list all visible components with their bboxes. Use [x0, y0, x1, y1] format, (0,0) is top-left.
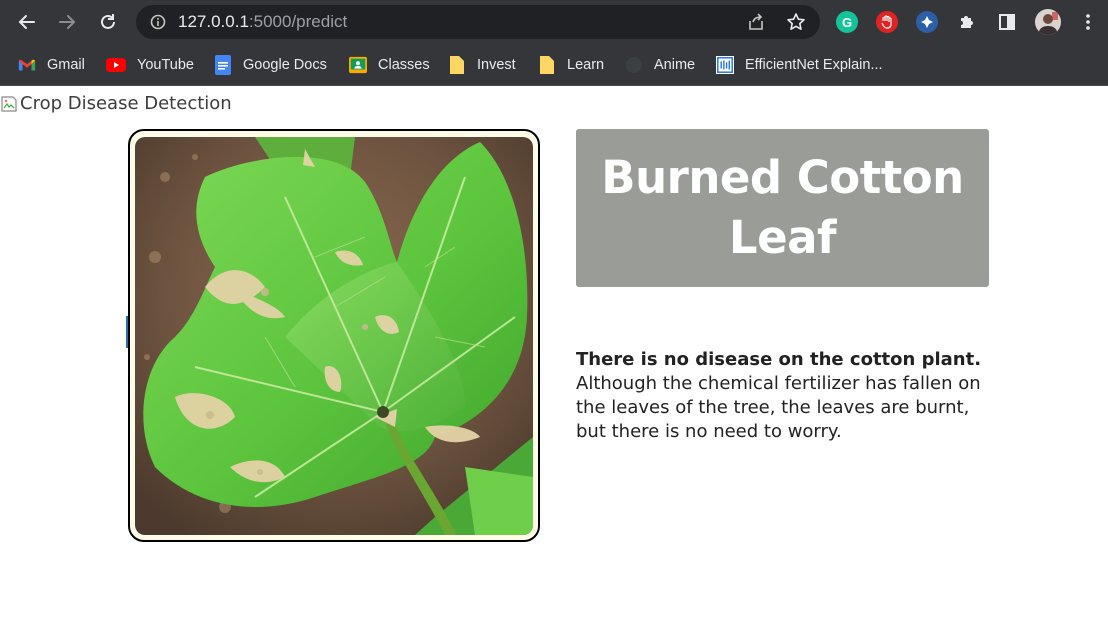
uploaded-leaf-image [135, 137, 533, 535]
reload-icon [101, 14, 115, 29]
url-path: :5000/predict [248, 12, 348, 31]
bookmark-label: Classes [378, 57, 430, 73]
bookmark-label: Anime [654, 57, 696, 73]
folder-icon [538, 56, 556, 74]
folder-icon [448, 56, 466, 74]
uploaded-image-frame [128, 129, 540, 542]
url-host: 127.0.0.1 [178, 12, 249, 31]
prediction-description: There is no disease on the cotton plant.… [576, 348, 996, 444]
bookmark-star-icon[interactable] [786, 12, 806, 32]
bookmark-learn[interactable]: Learn [538, 53, 604, 77]
avatar[interactable] [1035, 9, 1061, 35]
bookmark-label: Invest [477, 57, 516, 73]
arrow-right-icon [59, 15, 76, 29]
block-icon[interactable] [876, 11, 898, 33]
bookmark-label: Learn [567, 57, 605, 73]
prediction-result-box: Burned Cotton Leaf [576, 129, 989, 287]
share-icon[interactable] [746, 12, 766, 32]
bookmark-google-docs[interactable]: Google Docs [214, 53, 327, 77]
sidepanel-icon[interactable] [996, 11, 1018, 33]
globe-icon [625, 56, 643, 74]
bookmarks-bar: Gmail YouTube Google Docs Classes Invest… [0, 45, 1108, 86]
back-button[interactable] [13, 8, 41, 36]
forward-button[interactable] [53, 8, 81, 36]
bookmark-label: Google Docs [243, 57, 327, 73]
puzzle-icon[interactable] [956, 11, 978, 33]
compass-icon[interactable] [916, 11, 938, 33]
bookmark-classes[interactable]: Classes [349, 53, 430, 77]
url-text[interactable]: 127.0.0.1:5000/predict [178, 12, 347, 32]
bookmark-efficientnet[interactable]: EfficientNet Explain... [716, 53, 883, 77]
docs-icon [214, 55, 232, 75]
grammarly-icon[interactable]: G [836, 11, 858, 33]
header-image-alt: Crop Disease Detection [20, 93, 232, 114]
browser-toolbar: 127.0.0.1:5000/predict G [0, 0, 1108, 45]
arrow-left-icon [18, 15, 35, 29]
bookmark-gmail[interactable]: Gmail [18, 53, 85, 77]
description-headline: There is no disease on the cotton plant. [576, 349, 982, 370]
page-content: Crop Disease Detection Burned Cotton Lea… [0, 86, 1108, 637]
header-image: Crop Disease Detection [0, 93, 232, 114]
bookmark-anime[interactable]: Anime [625, 53, 695, 77]
gmail-icon [18, 56, 36, 74]
youtube-icon [106, 56, 126, 74]
bookmark-label: EfficientNet Explain... [745, 57, 883, 73]
bookmark-label: Gmail [47, 57, 85, 73]
description-body: Although the chemical fertilizer has fal… [576, 373, 981, 442]
classroom-icon [349, 56, 367, 74]
prediction-title: Burned Cotton Leaf [601, 151, 964, 264]
reload-button[interactable] [94, 8, 122, 36]
site-icon [716, 56, 734, 74]
site-info-icon[interactable] [148, 12, 168, 32]
address-bar[interactable]: 127.0.0.1:5000/predict [136, 5, 820, 39]
broken-image-icon [0, 94, 18, 114]
bookmark-youtube[interactable]: YouTube [106, 53, 194, 77]
bookmark-label: YouTube [137, 57, 194, 73]
more-menu-icon[interactable] [1077, 11, 1099, 33]
bookmark-invest[interactable]: Invest [448, 53, 516, 77]
